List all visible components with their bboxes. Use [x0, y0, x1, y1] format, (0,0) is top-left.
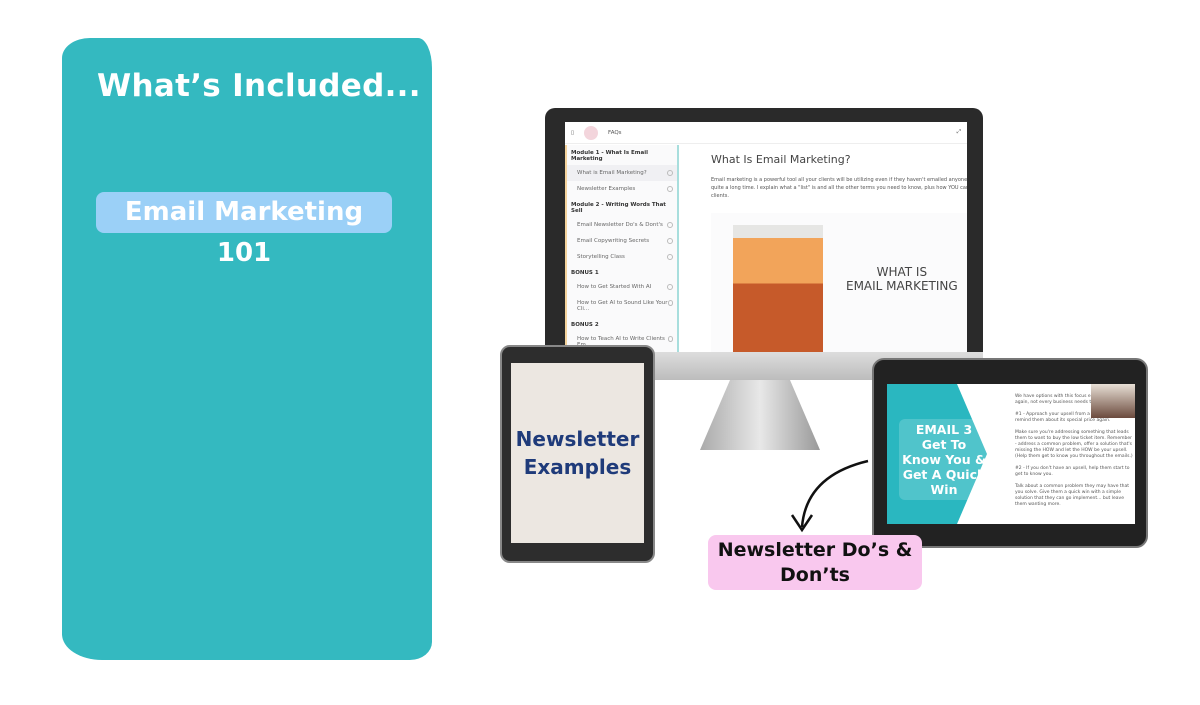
- teal-panel: [62, 38, 432, 660]
- expand-icon[interactable]: ⤢: [957, 129, 961, 136]
- lesson-label: What is Email Marketing?: [577, 170, 647, 176]
- module-heading: Module 2 - Writing Words That Sell: [571, 202, 666, 214]
- tablet-title-2: Examples: [523, 455, 632, 479]
- lesson-item[interactable]: Storytelling Class: [567, 249, 677, 265]
- lesson-label: How to Get Started With AI: [577, 284, 652, 290]
- course-screen: ▯ FAQs ⤢ Module 1 - What Is Email Market…: [565, 122, 967, 352]
- lesson-label: Email Newsletter Do's & Dont's: [577, 222, 663, 228]
- lesson-item[interactable]: How to Get Started With AI: [567, 279, 677, 295]
- lesson-content: What Is Email Marketing? Email marketing…: [677, 145, 967, 352]
- slide-title: EMAIL 3 Get To Know You & Get A Quick Wi…: [899, 419, 989, 500]
- lesson-label: Email Copywriting Secrets: [577, 238, 650, 244]
- module-heading: BONUS 1: [571, 270, 599, 276]
- slide-bullet: Make sure you're addressing something th…: [1015, 430, 1133, 459]
- hero-line2: EMAIL MARKETING: [846, 279, 958, 293]
- tablet-title-1: Newsletter: [515, 427, 640, 451]
- lesson-hero-image: WHAT IS EMAIL MARKETING: [711, 213, 967, 352]
- lesson-label: Storytelling Class: [577, 254, 625, 260]
- course-badge: Email Marketing 101: [96, 192, 392, 268]
- slide-bullet: #2 - If you don't have an upsell, help t…: [1015, 466, 1130, 477]
- top-bar: ▯ FAQs ⤢: [565, 122, 967, 144]
- checkbox-circle-icon[interactable]: [667, 336, 673, 342]
- lesson-item[interactable]: What is Email Marketing?: [567, 165, 677, 181]
- hero-line1: WHAT IS: [876, 265, 928, 279]
- module-heading: Module 1 - What Is Email Marketing: [571, 150, 649, 162]
- checkbox-circle-icon[interactable]: [667, 222, 673, 228]
- callout-line1: Newsletter Do’s &: [717, 539, 913, 561]
- tablet-newsletter: Newsletter Examples: [500, 345, 655, 563]
- tablet-slide: EMAIL 3 Get To Know You & Get A Quick Wi…: [872, 358, 1148, 548]
- lesson-item[interactable]: Email Newsletter Do's & Dont's: [567, 217, 677, 233]
- avatar: [584, 125, 599, 140]
- checkbox-circle-icon[interactable]: [667, 284, 673, 290]
- slide-bullet: Talk about a common problem they may hav…: [1015, 484, 1130, 507]
- curved-arrow-icon: [790, 459, 869, 533]
- checkbox-circle-icon[interactable]: [667, 238, 673, 244]
- course-sidebar: Module 1 - What Is Email Marketing What i…: [565, 145, 677, 352]
- woman-photo: [733, 225, 823, 352]
- lesson-label: Newsletter Examples: [577, 186, 636, 192]
- lesson-text: Email marketing is a powerful tool all y…: [711, 177, 967, 199]
- callout-line2: Don’ts: [780, 564, 850, 586]
- lesson-item[interactable]: Newsletter Examples: [567, 181, 677, 197]
- lesson-item[interactable]: How to Get AI to Sound Like Your Cli...: [567, 295, 677, 317]
- nav-faqs[interactable]: FAQs: [608, 130, 622, 136]
- desktop-monitor: ▯ FAQs ⤢ Module 1 - What Is Email Market…: [545, 108, 983, 366]
- lesson-title: What Is Email Marketing?: [711, 153, 851, 166]
- page-title: What’s Included...: [97, 68, 421, 104]
- checkbox-circle-icon[interactable]: [667, 300, 673, 306]
- checkbox-circle-icon[interactable]: [667, 254, 673, 260]
- callout-label: Newsletter Do’s & Don’ts: [708, 535, 922, 590]
- checkbox-circle-icon[interactable]: [667, 170, 673, 176]
- presenter-video: [1091, 384, 1135, 418]
- module-heading: BONUS 2: [571, 322, 599, 328]
- lesson-label: How to Get AI to Sound Like Your Cli...: [577, 300, 668, 312]
- checkbox-circle-icon[interactable]: [667, 186, 673, 192]
- lesson-item[interactable]: Email Copywriting Secrets: [567, 233, 677, 249]
- sidebar-toggle-icon[interactable]: ▯: [571, 130, 574, 136]
- monitor-stand: [700, 380, 820, 450]
